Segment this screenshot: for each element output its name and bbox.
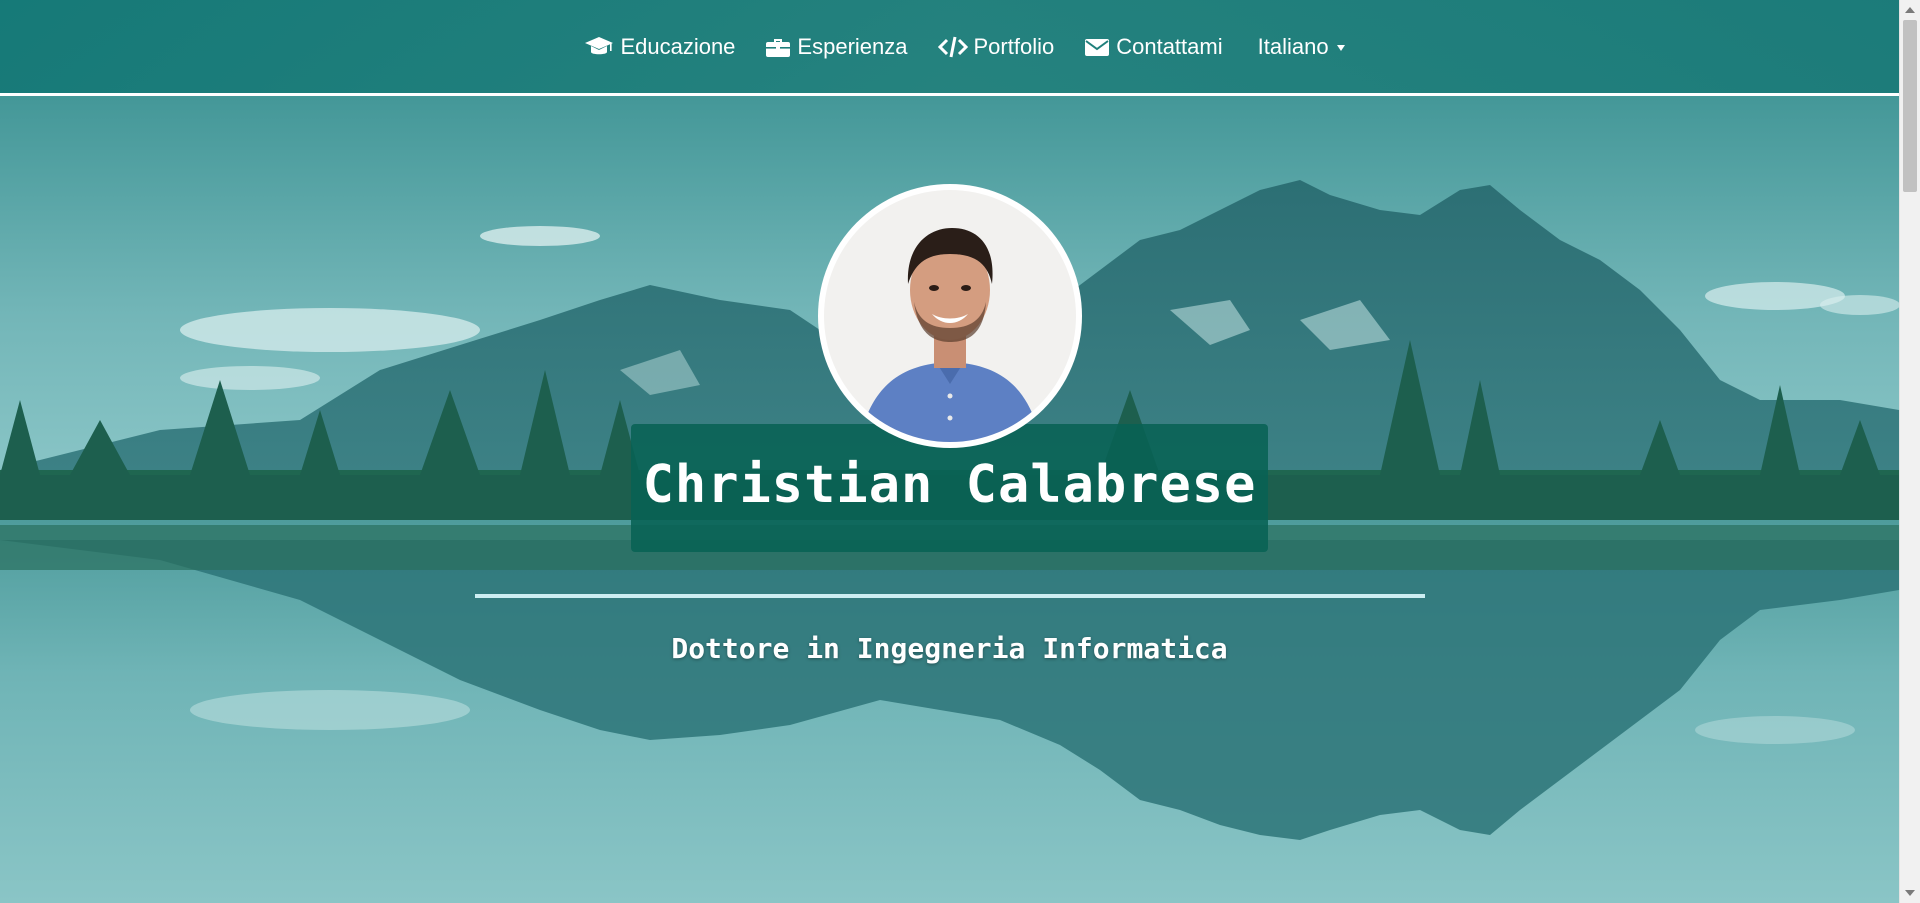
hero-subtitle: Dottore in Ingegneria Informatica [671,632,1228,665]
nav-item-contattami[interactable]: Contattami [1084,33,1223,60]
vertical-scrollbar[interactable] [1899,0,1920,903]
page: Educazione Esperienza Portfolio Contatta… [0,0,1920,903]
nav-item-label: Contattami [1116,33,1223,59]
top-navbar: Educazione Esperienza Portfolio Contatta… [0,0,1899,96]
nav-item-label: Portfolio [973,33,1055,59]
nav-item-label: Esperienza [797,33,908,59]
profile-photo [824,190,1076,442]
nav-item-portfolio[interactable]: Portfolio [937,33,1055,60]
envelope-icon [1085,38,1110,56]
graduation-cap-icon [585,36,614,54]
chevron-down-icon [1336,44,1345,51]
scrollbar-thumb[interactable] [1903,20,1917,192]
code-icon [937,36,968,57]
language-dropdown[interactable]: Italiano [1258,34,1345,60]
hero-divider [475,594,1425,598]
nav-item-esperienza[interactable]: Esperienza [765,33,908,60]
nav-item-label: Educazione [620,33,736,59]
briefcase-icon [766,38,791,57]
nav-list: Educazione Esperienza Portfolio Contatta… [584,33,1345,60]
scroll-down-arrow-icon[interactable] [1905,890,1915,896]
language-label: Italiano [1257,33,1329,59]
profile-avatar [818,184,1082,448]
nav-item-educazione[interactable]: Educazione [584,34,735,60]
hero-name: Christian Calabrese [642,455,1257,515]
scroll-up-arrow-icon[interactable] [1905,7,1915,13]
